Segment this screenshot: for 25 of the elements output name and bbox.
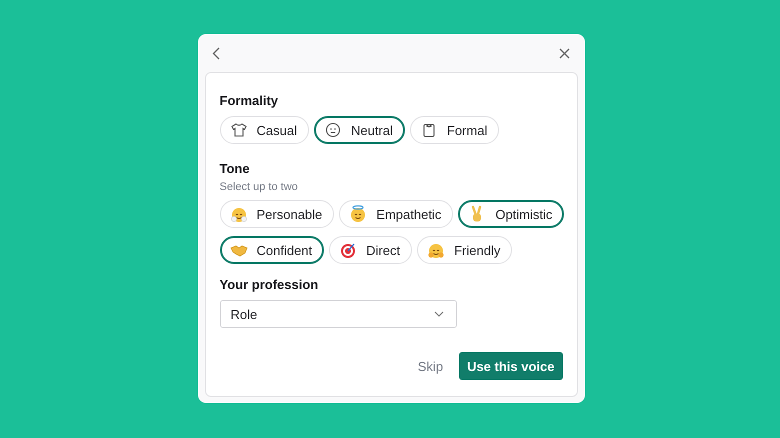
option-chip[interactable]: Personable	[220, 200, 334, 228]
target-icon	[339, 241, 358, 259]
section-title: Formality	[220, 93, 280, 108]
halo-face-icon	[349, 205, 368, 223]
option-chip[interactable]: Optimistic	[458, 200, 564, 228]
option-chip[interactable]: Formal	[410, 116, 500, 144]
option-chip[interactable]: Empathetic	[339, 200, 454, 228]
option-chip[interactable]: Friendly	[417, 236, 512, 264]
field-label: Your profession	[220, 277, 320, 292]
hugging-face-icon	[230, 205, 248, 223]
role-dropdown[interactable]: Role	[220, 300, 456, 328]
option-chip[interactable]: Neutral	[314, 116, 405, 144]
face-icon	[324, 121, 342, 139]
option-chip[interactable]: Casual	[220, 116, 309, 144]
option-chip[interactable]: Direct	[329, 236, 412, 264]
close-icon[interactable]	[558, 48, 570, 58]
shirt-icon	[230, 121, 248, 139]
use-voice-button[interactable]: Use this voice	[459, 352, 562, 380]
skip-button[interactable]: Skip	[414, 354, 448, 378]
back-icon[interactable]	[212, 46, 220, 60]
chevron-down-icon	[434, 311, 444, 317]
option-chip[interactable]: Confident	[220, 236, 324, 264]
hugging-face-icon	[427, 241, 446, 259]
section-title: Tone	[220, 161, 251, 176]
section-hint: Select up to two	[220, 181, 299, 193]
